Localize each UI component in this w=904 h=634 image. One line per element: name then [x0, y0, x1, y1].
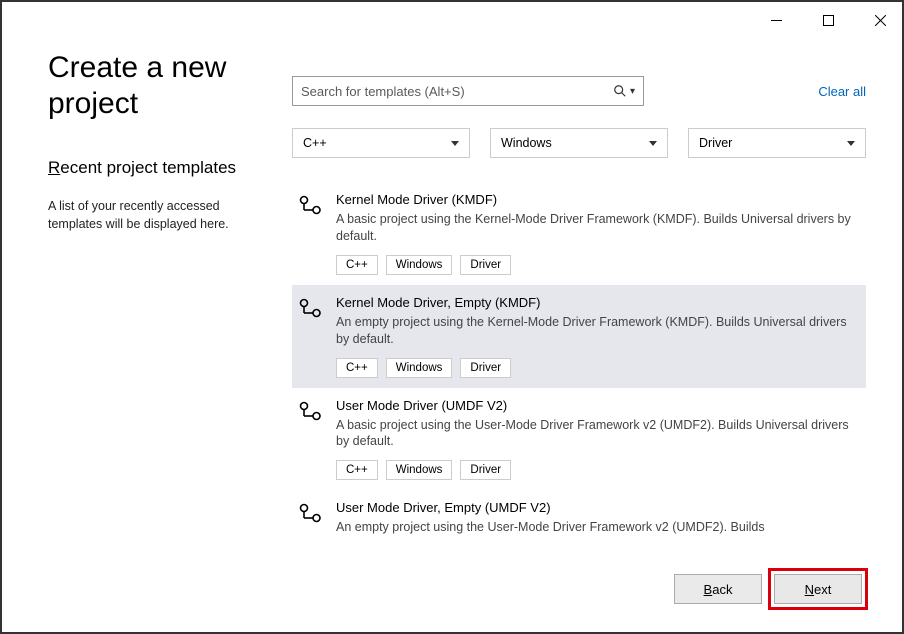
driver-icon	[298, 194, 324, 220]
filter-project-type-label: Driver	[699, 136, 732, 150]
template-tags: C++ Windows Driver	[336, 255, 854, 275]
driver-icon	[298, 297, 324, 323]
template-name: Kernel Mode Driver (KMDF)	[336, 192, 854, 207]
tag-windows: Windows	[386, 358, 453, 378]
filter-language-label: C++	[303, 136, 327, 150]
recent-templates-heading: Recent project templates	[48, 158, 268, 178]
tag-cpp: C++	[336, 255, 378, 275]
template-description: A basic project using the User-Mode Driv…	[336, 417, 854, 451]
template-description: An empty project using the Kernel-Mode D…	[336, 314, 854, 348]
driver-icon	[298, 502, 324, 528]
template-description: An empty project using the User-Mode Dri…	[336, 519, 854, 536]
search-input[interactable]: Search for templates (Alt+S) ▾	[292, 76, 644, 106]
search-icon[interactable]: ▾	[613, 84, 635, 98]
page-title: Create a new project	[48, 50, 268, 122]
filter-platform-label: Windows	[501, 136, 552, 150]
clear-all-link[interactable]: Clear all	[818, 84, 866, 99]
template-tags: C++ Windows Driver	[336, 358, 854, 378]
titlebar	[2, 2, 902, 38]
template-tags: C++ Windows Driver	[336, 460, 854, 480]
search-placeholder: Search for templates (Alt+S)	[301, 84, 465, 99]
template-name: User Mode Driver, Empty (UMDF V2)	[336, 500, 854, 515]
filter-project-type[interactable]: Driver	[688, 128, 866, 158]
left-column: Create a new project Recent project temp…	[48, 50, 292, 538]
template-item[interactable]: User Mode Driver, Empty (UMDF V2) An emp…	[292, 490, 866, 538]
tag-cpp: C++	[336, 358, 378, 378]
recent-templates-description: A list of your recently accessed templat…	[48, 198, 268, 233]
driver-icon	[298, 400, 324, 426]
back-button[interactable]: Back	[674, 574, 762, 604]
template-list: Kernel Mode Driver (KMDF) A basic projec…	[292, 182, 866, 538]
minimize-button[interactable]	[762, 6, 790, 34]
tag-windows: Windows	[386, 255, 453, 275]
template-name: User Mode Driver (UMDF V2)	[336, 398, 854, 413]
next-button[interactable]: Next	[774, 574, 862, 604]
tag-cpp: C++	[336, 460, 378, 480]
chevron-down-icon	[847, 141, 855, 146]
template-item[interactable]: User Mode Driver (UMDF V2) A basic proje…	[292, 388, 866, 491]
right-column: Search for templates (Alt+S) ▾ Clear all…	[292, 50, 866, 538]
filter-platform[interactable]: Windows	[490, 128, 668, 158]
tag-driver: Driver	[460, 255, 511, 275]
maximize-button[interactable]	[814, 6, 842, 34]
template-name: Kernel Mode Driver, Empty (KMDF)	[336, 295, 854, 310]
template-item[interactable]: Kernel Mode Driver (KMDF) A basic projec…	[292, 182, 866, 285]
chevron-down-icon	[451, 141, 459, 146]
chevron-down-icon	[649, 141, 657, 146]
template-description: A basic project using the Kernel-Mode Dr…	[336, 211, 854, 245]
filter-language[interactable]: C++	[292, 128, 470, 158]
tag-windows: Windows	[386, 460, 453, 480]
close-button[interactable]	[866, 6, 894, 34]
template-item[interactable]: Kernel Mode Driver, Empty (KMDF) An empt…	[292, 285, 866, 388]
tag-driver: Driver	[460, 460, 511, 480]
tag-driver: Driver	[460, 358, 511, 378]
